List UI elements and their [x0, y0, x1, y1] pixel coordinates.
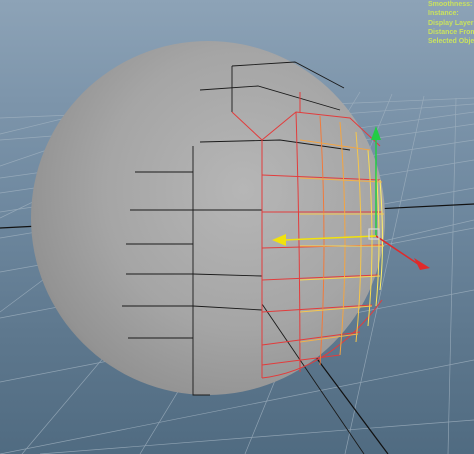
- move-axis-y-arrow[interactable]: [371, 126, 381, 140]
- viewport-scene[interactable]: [0, 0, 474, 454]
- sphere-mesh[interactable]: [31, 41, 385, 395]
- hud-row-selected-objects: Selected Object: [428, 38, 474, 46]
- heads-up-display: Smoothness: Instance: Display Layer: Dis…: [428, 0, 474, 46]
- maya-viewport[interactable]: Smoothness: Instance: Display Layer: Dis…: [0, 0, 474, 454]
- hud-row-distance: Distance From C: [428, 28, 474, 36]
- hud-row-instance: Instance:: [428, 10, 459, 18]
- hud-row-smoothness: Smoothness:: [428, 1, 473, 8]
- move-axis-x-arrow[interactable]: [414, 258, 430, 270]
- hud-row-display-layer: Display Layer:: [428, 19, 474, 27]
